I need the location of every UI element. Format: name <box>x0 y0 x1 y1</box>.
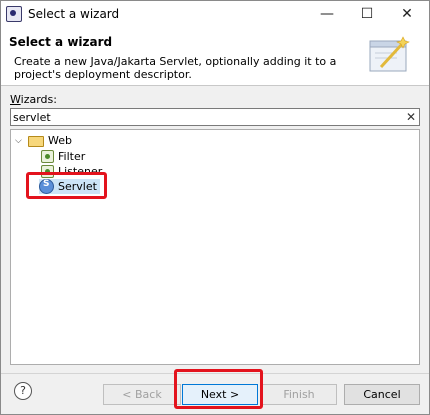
filter-input[interactable] <box>13 109 393 125</box>
tree-node-web[interactable]: ⌵ Web <box>15 133 72 148</box>
close-button[interactable]: ✕ <box>387 1 427 27</box>
wizard-tree[interactable]: ⌵ Web Filter Listener Servlet <box>10 129 420 365</box>
maximize-button[interactable]: ☐ <box>347 1 387 27</box>
next-highlight-box <box>174 369 263 409</box>
filter-icon <box>41 150 54 163</box>
tree-node-label: Filter <box>58 150 86 163</box>
tree-node-filter[interactable]: Filter <box>41 149 85 164</box>
back-button[interactable]: < Back <box>103 384 181 405</box>
folder-open-icon <box>28 136 44 147</box>
minimize-button[interactable]: — <box>307 1 347 27</box>
header-title: Select a wizard <box>9 35 113 49</box>
expand-chevron-icon[interactable]: ⌵ <box>15 136 25 146</box>
tree-node-label: Web <box>48 134 72 147</box>
clear-filter-icon[interactable]: ✕ <box>406 109 416 125</box>
servlet-highlight-box <box>26 172 107 199</box>
title-bar: Select a wizard — ☐ ✕ <box>1 1 429 27</box>
wizard-dialog: Select a wizard — ☐ ✕ Select a wizard Cr… <box>0 0 430 415</box>
header-description: Create a new Java/Jakarta Servlet, optio… <box>14 55 337 81</box>
wizards-label: Wizards: <box>10 93 57 106</box>
wizard-filter-field[interactable]: ✕ <box>10 108 420 126</box>
finish-button[interactable]: Finish <box>261 384 337 405</box>
cancel-button[interactable]: Cancel <box>344 384 420 405</box>
window-title: Select a wizard <box>28 7 120 21</box>
wizard-header: Select a wizard Create a new Java/Jakart… <box>1 27 429 86</box>
eclipse-app-icon <box>6 6 22 22</box>
help-icon[interactable]: ? <box>14 382 32 400</box>
wizard-banner-icon <box>369 36 410 72</box>
